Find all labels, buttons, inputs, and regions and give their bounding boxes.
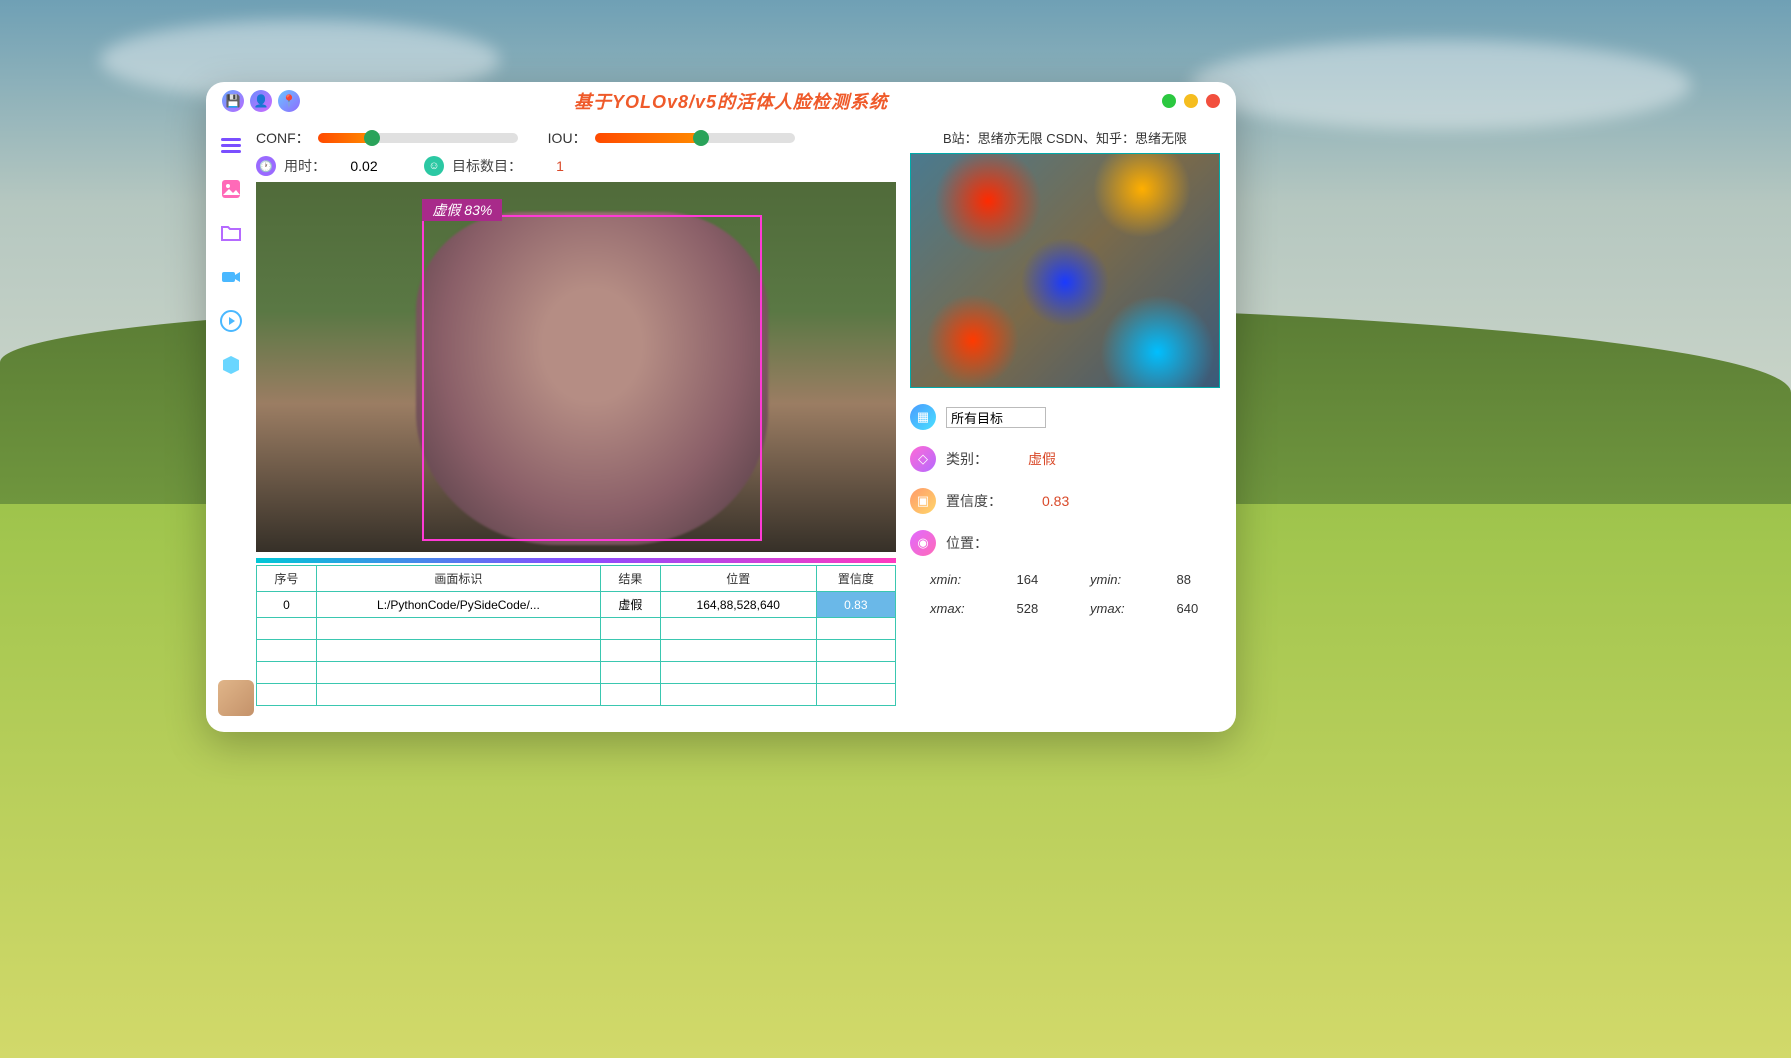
- coords-grid: xmin: 164 ymin: 88 xmax: 528 ymax: 640: [930, 572, 1220, 616]
- targets-input[interactable]: [946, 407, 1046, 428]
- folder-icon[interactable]: [216, 218, 246, 248]
- pin-icon[interactable]: 📍: [278, 90, 300, 112]
- detection-image: 虚假 83%: [256, 182, 896, 552]
- iou-label: IOU：: [548, 128, 587, 148]
- heatmap-image: [910, 153, 1220, 388]
- th-image: 画面标识: [316, 566, 600, 592]
- targets-panel-icon: ▦: [910, 404, 936, 430]
- target-icon: ☺: [424, 156, 444, 176]
- user-icon[interactable]: 👤: [250, 90, 272, 112]
- xmin-value: 164: [1016, 572, 1060, 587]
- ymin-value: 88: [1176, 572, 1220, 587]
- table-row: [257, 618, 896, 640]
- th-confidence: 置信度: [816, 566, 895, 592]
- th-result: 结果: [601, 566, 661, 592]
- menu-icon[interactable]: [216, 130, 246, 160]
- image-source-icon[interactable]: [216, 174, 246, 204]
- conf-panel-value: 0.83: [1042, 493, 1069, 509]
- xmax-value: 528: [1016, 601, 1060, 616]
- ymax-value: 640: [1176, 601, 1220, 616]
- pos-panel-label: 位置：: [946, 533, 988, 553]
- titlebar: 💾 👤 📍 基于YOLOv8/v5的活体人脸检测系统: [206, 82, 1236, 120]
- close-button[interactable]: [1206, 94, 1220, 108]
- class-label: 类别：: [946, 449, 988, 469]
- window-title: 基于YOLOv8/v5的活体人脸检测系统: [300, 88, 1162, 114]
- titlebar-tools: 💾 👤 📍: [222, 90, 300, 112]
- th-position: 位置: [660, 566, 816, 592]
- class-value: 虚假: [1028, 449, 1056, 469]
- targets-value: 1: [530, 158, 590, 174]
- avatar[interactable]: [218, 680, 254, 716]
- window-controls: [1162, 94, 1220, 108]
- app-window: 💾 👤 📍 基于YOLOv8/v5的活体人脸检测系统: [206, 82, 1236, 732]
- xmin-label: xmin:: [930, 572, 986, 587]
- bbox-label: 虚假 83%: [422, 199, 502, 221]
- table-row: [257, 662, 896, 684]
- play-icon[interactable]: [216, 306, 246, 336]
- time-value: 0.02: [334, 158, 394, 174]
- conf-label: CONF：: [256, 128, 310, 148]
- pos-panel-icon: ◉: [910, 530, 936, 556]
- camera-icon[interactable]: [216, 262, 246, 292]
- maximize-button[interactable]: [1184, 94, 1198, 108]
- minimize-button[interactable]: [1162, 94, 1176, 108]
- ymin-label: ymin:: [1090, 572, 1146, 587]
- credit-text: B站：思绪亦无限 CSDN、知乎：思绪无限: [910, 128, 1220, 147]
- xmax-label: xmax:: [930, 601, 986, 616]
- results-table: 序号 画面标识 结果 位置 置信度 0 L:/PythonCode/PySide…: [256, 565, 896, 706]
- time-label: 用时：: [284, 156, 326, 176]
- th-index: 序号: [257, 566, 317, 592]
- bounding-box: [422, 215, 761, 541]
- cube-icon[interactable]: [216, 350, 246, 380]
- table-row[interactable]: 0 L:/PythonCode/PySideCode/... 虚假 164,88…: [257, 592, 896, 618]
- conf-slider[interactable]: [318, 133, 518, 143]
- save-icon[interactable]: 💾: [222, 90, 244, 112]
- divider: [256, 558, 896, 563]
- table-row: [257, 640, 896, 662]
- class-panel-icon: ◇: [910, 446, 936, 472]
- conf-panel-icon: ▣: [910, 488, 936, 514]
- sidebar: [206, 120, 256, 732]
- conf-panel-label: 置信度：: [946, 491, 1002, 511]
- ymax-label: ymax:: [1090, 601, 1146, 616]
- clock-icon: 🕐: [256, 156, 276, 176]
- table-row: [257, 684, 896, 706]
- targets-label: 目标数目：: [452, 156, 522, 176]
- iou-slider[interactable]: [595, 133, 795, 143]
